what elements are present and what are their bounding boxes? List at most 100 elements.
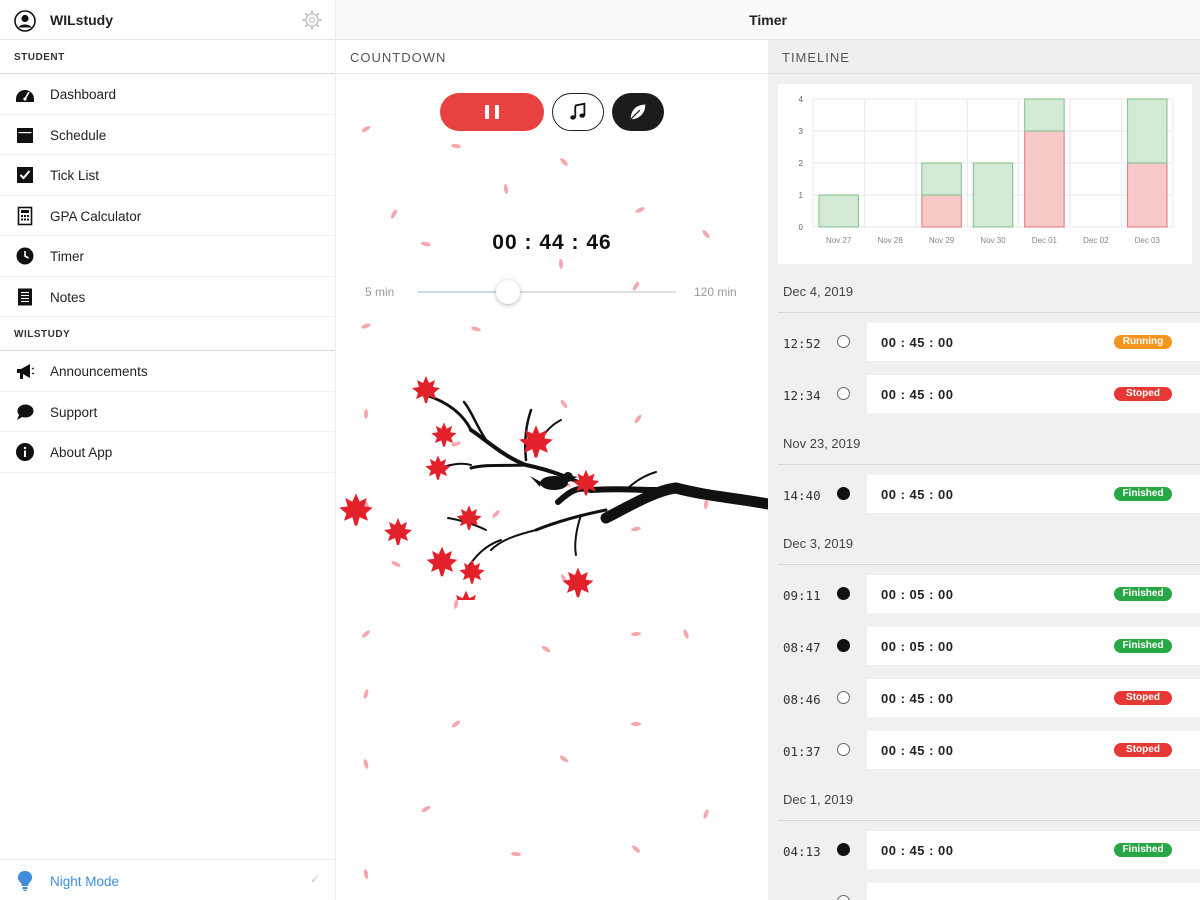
sidebar-item-label: Announcements xyxy=(50,364,148,379)
sidebar-item-label: Timer xyxy=(50,249,84,264)
y-tick-label: 1 xyxy=(799,191,804,200)
x-tick-label: Dec 03 xyxy=(1135,236,1161,245)
pause-button[interactable] xyxy=(440,93,544,131)
sidebar-header: WILstudy xyxy=(0,0,335,40)
chart-bar xyxy=(921,194,962,228)
status-dot-icon xyxy=(837,691,850,704)
sidebar-item-timer[interactable]: Timer xyxy=(0,236,335,277)
sidebar-item-notes[interactable]: Notes xyxy=(0,277,335,317)
maple-leaf xyxy=(425,455,451,480)
timeline-entry-card[interactable]: 00 : 45 : 00 Finished xyxy=(867,475,1200,513)
status-dot-icon xyxy=(837,587,850,600)
petal xyxy=(362,630,370,638)
chart-bar xyxy=(972,162,1014,228)
entry-start-time: 08:47 xyxy=(783,640,821,655)
sidebar-item-announcements[interactable]: Announcements xyxy=(0,351,335,392)
sidebar-item-gpa-calculator[interactable]: GPA Calculator xyxy=(0,196,335,236)
sidebar-item-label: Tick List xyxy=(50,168,100,183)
maple-leaf xyxy=(456,590,476,600)
maple-leaf xyxy=(426,546,458,577)
petal xyxy=(361,323,371,329)
night-mode-label: Night Mode xyxy=(50,874,120,889)
timeline-entry-card[interactable]: 00 : 05 : 00 Finished xyxy=(867,575,1200,613)
y-tick-label: 4 xyxy=(799,95,804,104)
divider xyxy=(778,820,1200,821)
x-tick-label: Nov 30 xyxy=(980,236,1006,245)
status-badge: Running xyxy=(1114,335,1172,349)
petal xyxy=(632,281,640,291)
divider xyxy=(778,564,1200,565)
petal xyxy=(363,869,369,879)
petal xyxy=(541,645,551,653)
status-badge: Stoped xyxy=(1114,743,1172,757)
entry-duration: 00 : 45 : 00 xyxy=(881,335,954,350)
timeline-bar-chart: 0 1 2 3 4 Nov 27 Nov 28 Nov 29 Nov 30 Dec 01 Dec 0… xyxy=(799,95,1174,245)
sidebar-item-label: About App xyxy=(50,445,113,460)
sidebar-item-label: Notes xyxy=(50,289,86,305)
petal xyxy=(558,259,564,269)
petal xyxy=(421,805,431,813)
sidebar-item-label: GPA Calculator xyxy=(50,208,142,224)
timeline-entry-card[interactable]: 00 : 45 : 00 Finished xyxy=(867,831,1200,869)
page-title: Timer xyxy=(749,12,787,28)
status-dot-icon xyxy=(837,387,850,400)
section-label-wilstudy: WILSTUDY xyxy=(0,317,335,351)
gear-icon[interactable] xyxy=(301,9,323,31)
y-tick-label: 2 xyxy=(799,159,804,168)
section-label-student: STUDENT xyxy=(0,40,335,74)
petal xyxy=(631,631,641,637)
status-badge: Finished xyxy=(1114,487,1172,501)
timeline-entry-card[interactable]: 00 : 45 : 00 Stoped xyxy=(867,375,1200,413)
maple-leaf xyxy=(459,559,485,584)
entry-start-time: 08:46 xyxy=(783,692,821,707)
maple-leaf xyxy=(431,422,457,447)
sidebar-item-tick-list[interactable]: Tick List xyxy=(0,155,335,196)
theme-leaf-button[interactable] xyxy=(612,93,664,131)
duration-slider-thumb[interactable] xyxy=(495,280,520,304)
timeline-entry-card[interactable]: 00 : 45 : 00 Stoped xyxy=(867,731,1200,769)
timeline-entry-card[interactable] xyxy=(867,883,1200,900)
petal xyxy=(503,184,509,194)
chart-bar xyxy=(1024,98,1065,132)
timeline-label: TIMELINE xyxy=(768,40,1200,74)
entry-start-time: 01:37 xyxy=(783,744,821,759)
sidebar-item-support[interactable]: Support xyxy=(0,392,335,432)
entry-start-time: 12:52 xyxy=(783,336,821,351)
countdown-time: 00 : 44 : 46 xyxy=(492,231,612,254)
duration-slider-fill xyxy=(418,291,508,293)
megaphone-icon xyxy=(17,364,35,379)
night-mode-toggle[interactable]: Night Mode ✓ xyxy=(0,859,336,900)
status-dot-icon xyxy=(837,335,850,348)
sidebar-item-dashboard[interactable]: Dashboard xyxy=(0,74,335,115)
x-tick-label: Nov 29 xyxy=(929,236,955,245)
petal xyxy=(635,207,645,213)
petal xyxy=(471,326,481,332)
petal xyxy=(361,125,371,133)
y-tick-label: 3 xyxy=(799,127,804,136)
timeline-chart-card: 0 1 2 3 4 Nov 27 Nov 28 Nov 29 Nov 30 Dec 01 Dec 0… xyxy=(778,84,1192,264)
timeline-entry-card[interactable]: 00 : 45 : 00 Running xyxy=(867,323,1200,361)
petal xyxy=(453,599,459,609)
maple-leaf xyxy=(339,493,373,526)
petal xyxy=(560,158,568,166)
status-dot-icon xyxy=(837,487,850,500)
entry-start-time: 12:34 xyxy=(783,388,821,403)
checkmark-icon: ✓ xyxy=(310,872,321,886)
entry-start-time: 14:40 xyxy=(783,488,821,503)
status-badge: Finished xyxy=(1114,843,1172,857)
timeline-entry-card[interactable]: 00 : 45 : 00 Stoped xyxy=(867,679,1200,717)
timeline-entry-card[interactable]: 00 : 05 : 00 Finished xyxy=(867,627,1200,665)
petal xyxy=(632,845,640,853)
entry-duration: 00 : 45 : 00 xyxy=(881,487,954,502)
petal xyxy=(363,759,369,769)
music-button[interactable] xyxy=(552,93,604,131)
petal xyxy=(391,209,397,219)
petal xyxy=(511,851,521,857)
sidebar-item-about-app[interactable]: About App xyxy=(0,432,335,473)
app-name: WILstudy xyxy=(50,12,113,28)
x-tick-label: Dec 02 xyxy=(1083,236,1109,245)
maple-leaf xyxy=(384,518,412,545)
sidebar-item-schedule[interactable]: Schedule xyxy=(0,115,335,155)
sidebar: WILstudy STUDENT Dashboard Schedule Tick… xyxy=(0,0,336,900)
user-avatar-icon[interactable] xyxy=(14,10,36,32)
